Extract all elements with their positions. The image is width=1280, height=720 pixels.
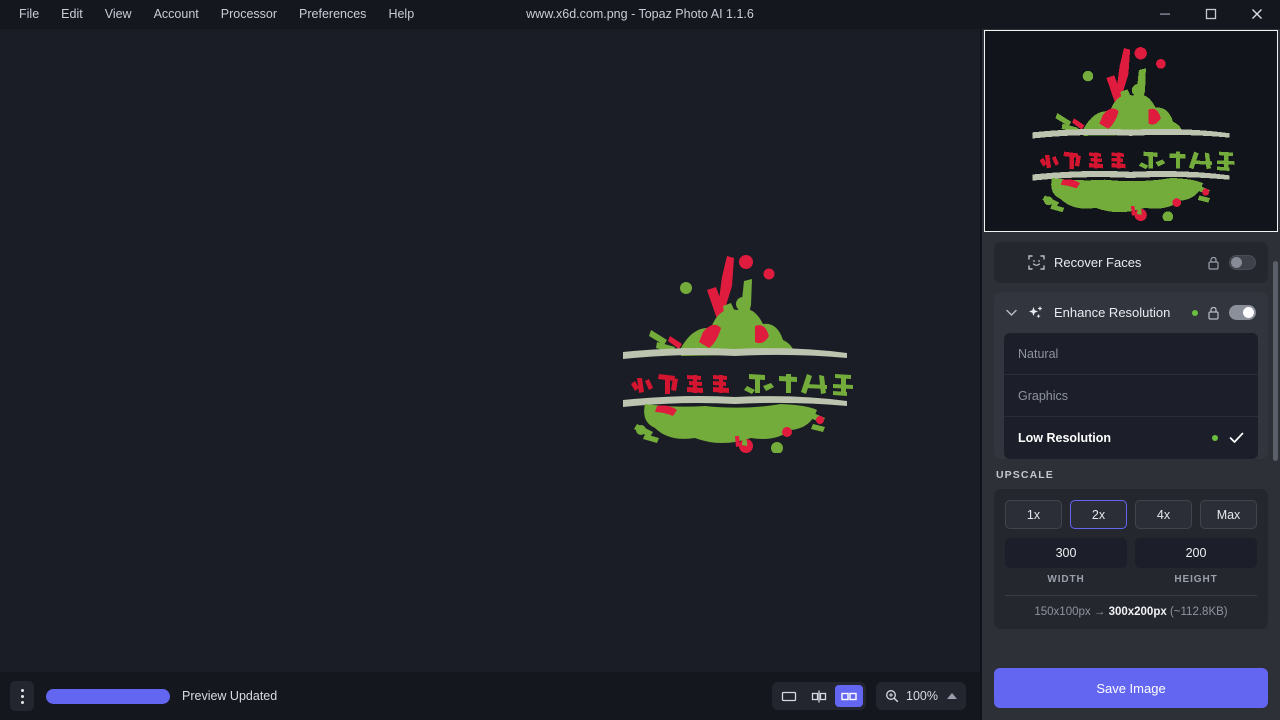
zoom-percentage: 100%: [906, 689, 940, 703]
progress-bar: [46, 689, 170, 704]
upscale-factor-1x[interactable]: 1x: [1005, 500, 1062, 529]
model-option-label: Low Resolution: [1018, 431, 1111, 445]
status-dot: [1192, 310, 1198, 316]
zoom-in-icon: [885, 689, 899, 703]
canvas-area: Preview Updated: [0, 29, 980, 720]
enhance-resolution-toggle[interactable]: [1229, 305, 1256, 320]
maximize-button[interactable]: [1188, 0, 1234, 28]
maximize-icon: [1205, 8, 1217, 20]
lock-icon[interactable]: [1207, 306, 1220, 320]
single-view-icon: [781, 690, 797, 703]
menu-bar: File Edit View Account Processor Prefere…: [0, 0, 425, 28]
upscale-card: 1x 2x 4x Max 300 WIDTH 200 HEIGHT: [994, 489, 1268, 629]
filter-card-recover-faces[interactable]: Recover Faces: [994, 242, 1268, 283]
size-summary: 150x100px → 300x200px (~112.8KB): [1005, 595, 1257, 618]
window-controls: [1142, 0, 1280, 28]
lock-icon[interactable]: [1207, 256, 1220, 270]
enhance-resolution-controls: [1192, 305, 1256, 320]
width-label: WIDTH: [1005, 574, 1127, 585]
chevron-up-icon[interactable]: [947, 693, 957, 699]
upscale-section-label: UPSCALE: [996, 469, 1268, 481]
recover-faces-toggle[interactable]: [1229, 255, 1256, 270]
enhanced-image-pane[interactable]: [490, 29, 980, 672]
width-field-group: 300 WIDTH: [1005, 538, 1127, 585]
recover-faces-label: Recover Faces: [1054, 255, 1141, 270]
chevron-down-icon[interactable]: [1004, 309, 1018, 317]
preview-thumbnail[interactable]: [984, 30, 1278, 232]
kebab-dot: [21, 689, 24, 692]
save-button-container: Save Image: [982, 658, 1280, 720]
menu-item-preferences[interactable]: Preferences: [288, 0, 377, 28]
size-estimate: (~112.8KB): [1170, 606, 1228, 618]
height-field-group: 200 HEIGHT: [1135, 538, 1257, 585]
close-icon: [1251, 8, 1263, 20]
kebab-dot: [21, 701, 24, 704]
checkmark-icon: [1229, 432, 1244, 444]
sparkles-icon: [1026, 304, 1046, 322]
minimize-button[interactable]: [1142, 0, 1188, 28]
status-bar-right: 100%: [772, 682, 966, 710]
more-options-button[interactable]: [10, 681, 34, 711]
zoom-control[interactable]: 100%: [876, 682, 966, 710]
view-mode-single-button[interactable]: [775, 685, 803, 707]
kebab-dot: [21, 695, 24, 698]
size-to: 300x200px: [1109, 606, 1167, 618]
split-view-icon: [811, 690, 827, 703]
enhance-resolution-label: Enhance Resolution: [1054, 305, 1170, 320]
title-bar: File Edit View Account Processor Prefere…: [0, 0, 1280, 29]
settings-panel: Recover Faces: [982, 29, 1280, 720]
menu-item-view[interactable]: View: [94, 0, 143, 28]
view-mode-group: [772, 682, 866, 710]
model-option-indicators: [1212, 432, 1244, 444]
model-option-label: Natural: [1018, 347, 1058, 361]
upscale-factor-2x[interactable]: 2x: [1070, 500, 1127, 529]
height-label: HEIGHT: [1135, 574, 1257, 585]
status-message: Preview Updated: [182, 689, 277, 703]
height-input[interactable]: 200: [1135, 538, 1257, 568]
upscale-factor-group: 1x 2x 4x Max: [1005, 500, 1257, 529]
menu-item-help[interactable]: Help: [377, 0, 425, 28]
model-option-natural[interactable]: Natural: [1004, 333, 1258, 375]
status-bar: Preview Updated: [0, 672, 980, 720]
enhanced-image: [615, 248, 855, 453]
original-image-pane[interactable]: [0, 29, 490, 672]
side-by-side-view-icon: [841, 690, 857, 703]
app-window: File Edit View Account Processor Prefere…: [0, 0, 1280, 720]
close-button[interactable]: [1234, 0, 1280, 28]
save-image-button[interactable]: Save Image: [994, 668, 1268, 708]
app-body: Preview Updated: [0, 29, 1280, 720]
image-canvas[interactable]: [0, 29, 980, 672]
recover-faces-header[interactable]: Recover Faces: [994, 242, 1268, 283]
filter-card-enhance-resolution[interactable]: Enhance Resolution Natural: [994, 292, 1268, 459]
view-mode-split-button[interactable]: [805, 685, 833, 707]
view-mode-side-by-side-button[interactable]: [835, 685, 863, 707]
enhance-resolution-header[interactable]: Enhance Resolution: [994, 292, 1268, 333]
model-option-list: Natural Graphics Low Resolution: [1004, 333, 1258, 459]
menu-item-processor[interactable]: Processor: [210, 0, 288, 28]
comparison-view: [0, 29, 980, 672]
menu-item-file[interactable]: File: [8, 0, 50, 28]
arrow-right-icon: →: [1094, 606, 1106, 618]
dimension-inputs: 300 WIDTH 200 HEIGHT: [1005, 538, 1257, 585]
model-option-low-resolution[interactable]: Low Resolution: [1004, 417, 1258, 459]
menu-item-edit[interactable]: Edit: [50, 0, 94, 28]
menu-item-account[interactable]: Account: [143, 0, 210, 28]
preview-image: [1016, 41, 1246, 221]
settings-scroll-area: Recover Faces: [982, 232, 1280, 658]
model-option-label: Graphics: [1018, 389, 1068, 403]
size-from: 150x100px: [1034, 606, 1090, 618]
original-image: [125, 248, 365, 453]
panel-scrollbar[interactable]: [1273, 261, 1278, 461]
model-option-graphics[interactable]: Graphics: [1004, 375, 1258, 417]
upscale-factor-4x[interactable]: 4x: [1135, 500, 1192, 529]
minimize-icon: [1159, 8, 1171, 20]
recover-faces-controls: [1207, 255, 1256, 270]
face-scan-icon: [1026, 254, 1046, 271]
width-input[interactable]: 300: [1005, 538, 1127, 568]
status-dot: [1212, 435, 1218, 441]
upscale-factor-max[interactable]: Max: [1200, 500, 1257, 529]
